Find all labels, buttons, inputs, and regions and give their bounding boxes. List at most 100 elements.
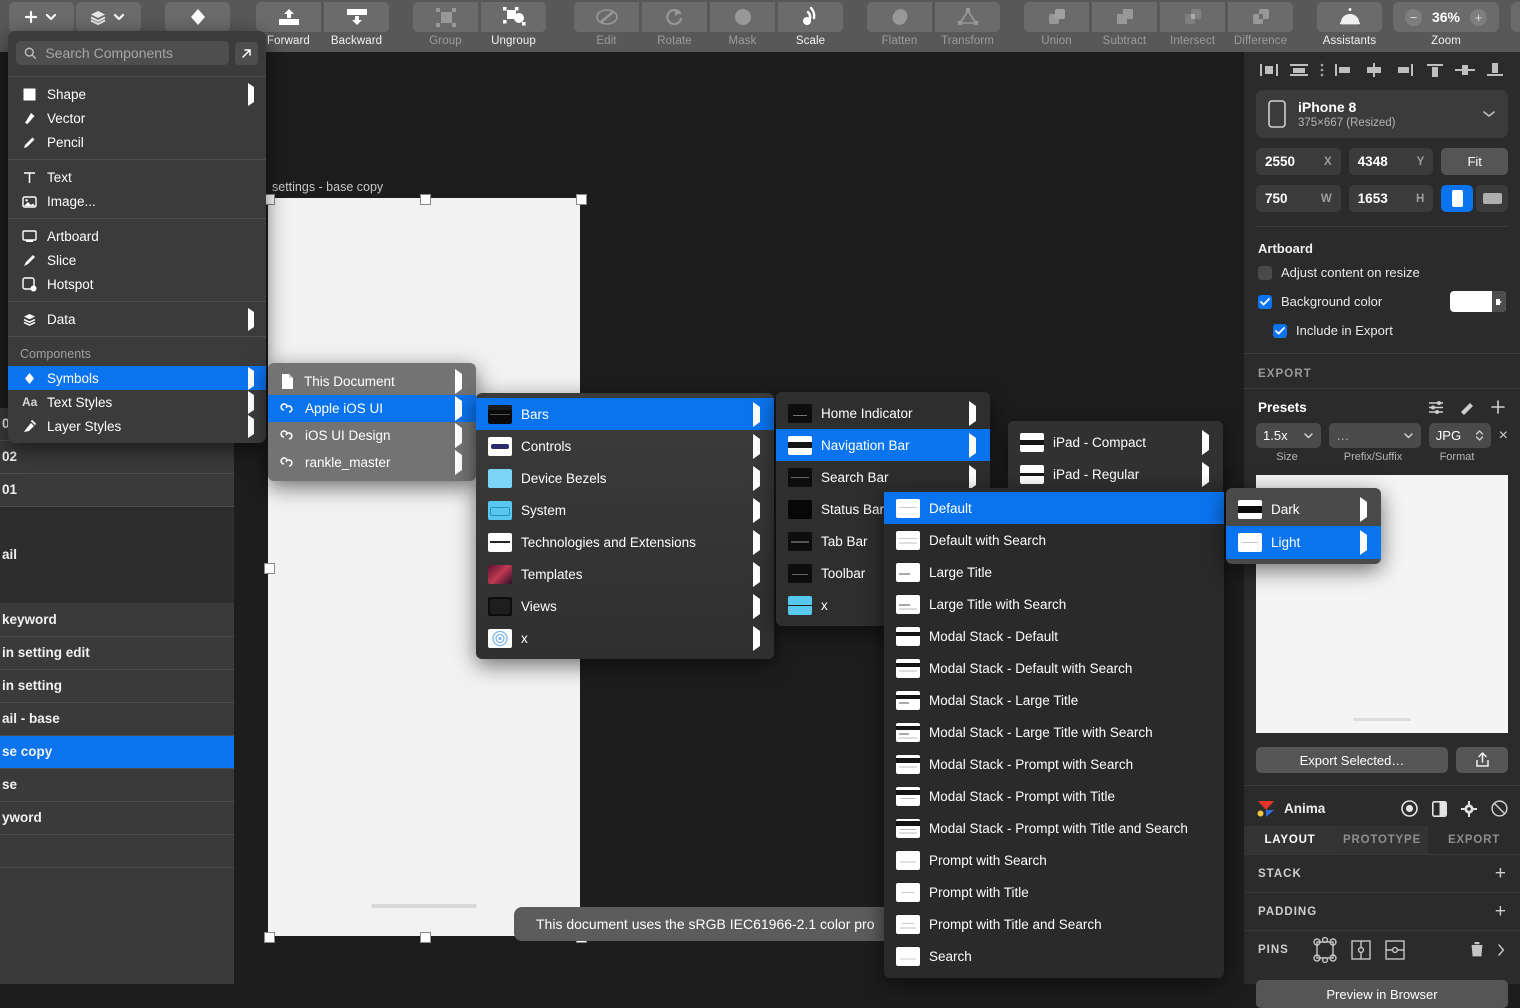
- export-format-select[interactable]: JPG: [1429, 423, 1491, 448]
- symbol-button-surface[interactable]: [165, 2, 230, 32]
- menu-item-dark[interactable]: Dark: [1226, 493, 1381, 526]
- menu-item-prompt-with-title[interactable]: Prompt with Title: [884, 876, 1224, 908]
- pins-all-icon[interactable]: [1311, 937, 1339, 963]
- menu-item-large-title[interactable]: Large Title: [884, 556, 1224, 588]
- menu-item-modal-stack-large-title-with-search[interactable]: Modal Stack - Large Title with Search: [884, 716, 1224, 748]
- menu-item-symbols[interactable]: Symbols: [8, 366, 266, 390]
- list-item[interactable]: se: [0, 769, 234, 802]
- rotate-button-surface[interactable]: [642, 2, 707, 32]
- menu-item-hotspot[interactable]: Hotspot: [8, 272, 266, 296]
- menu-item-templates[interactable]: Templates: [476, 558, 774, 590]
- list-item[interactable]: [0, 835, 234, 868]
- intersect-button[interactable]: Intersect: [1159, 0, 1226, 50]
- menu-item-controls[interactable]: Controls: [476, 430, 774, 462]
- menu-item-views[interactable]: Views: [476, 590, 774, 622]
- menu-item-layer-styles[interactable]: Layer Styles: [8, 414, 266, 438]
- selection-handle-tr[interactable]: [576, 194, 587, 205]
- difference-button[interactable]: Difference: [1227, 0, 1294, 50]
- fit-button[interactable]: Fit: [1441, 148, 1508, 175]
- menu-item-rankle-master[interactable]: rankle_master: [268, 449, 476, 476]
- anima-record-icon[interactable]: [1401, 800, 1418, 817]
- adjust-content-checkbox[interactable]: [1258, 266, 1272, 280]
- add-preset-icon[interactable]: [1490, 399, 1506, 415]
- menu-item-modal-stack-prompt-with-title-and-search[interactable]: Modal Stack - Prompt with Title and Sear…: [884, 812, 1224, 844]
- include-in-export-checkbox[interactable]: [1273, 324, 1287, 338]
- edit-button-surface[interactable]: [574, 2, 639, 32]
- chevron-down-icon[interactable]: [1482, 109, 1496, 119]
- anima-disable-icon[interactable]: [1491, 800, 1508, 817]
- rotate-button[interactable]: Rotate: [641, 0, 708, 50]
- selection-handle-tc[interactable]: [420, 194, 431, 205]
- menu-item-artboard[interactable]: Artboard: [8, 224, 266, 248]
- menu-item-system[interactable]: System: [476, 494, 774, 526]
- menu-item-modal-stack-large-title[interactable]: Modal Stack - Large Title: [884, 684, 1224, 716]
- zoom-out-button[interactable]: −: [1405, 9, 1422, 26]
- anima-settings-gear-icon[interactable]: [1461, 801, 1477, 817]
- list-item[interactable]: 01: [0, 474, 234, 507]
- pins-vertical-icon[interactable]: [1349, 938, 1373, 962]
- menu-item-prompt-with-search[interactable]: Prompt with Search: [884, 844, 1224, 876]
- export-prefix-select[interactable]: …: [1329, 423, 1421, 448]
- export-brush-icon[interactable]: [1459, 400, 1476, 415]
- assistants-button-surface[interactable]: [1317, 2, 1382, 32]
- view-control[interactable]: View: [1511, 0, 1520, 50]
- preview-in-browser-button[interactable]: Preview in Browser: [1256, 980, 1508, 1008]
- flatten-button-surface[interactable]: [867, 2, 932, 32]
- align-right-icon[interactable]: [1393, 62, 1415, 78]
- menu-item-light[interactable]: Light: [1226, 526, 1381, 559]
- menu-item-shape[interactable]: Shape: [8, 82, 266, 106]
- transform-button[interactable]: Transform: [934, 0, 1001, 50]
- group-button-surface[interactable]: [413, 2, 478, 32]
- menu-item-pencil[interactable]: Pencil: [8, 130, 266, 154]
- align-left-icon[interactable]: [1333, 62, 1355, 78]
- more-options-icon[interactable]: [1319, 62, 1325, 78]
- export-size-select[interactable]: 1.5x: [1256, 423, 1321, 448]
- scale-button[interactable]: Scale: [777, 0, 844, 50]
- search-input[interactable]: [43, 44, 221, 62]
- list-item[interactable]: ail - base: [0, 703, 234, 736]
- subtract-button[interactable]: Subtract: [1091, 0, 1158, 50]
- pins-more-icon[interactable]: [1497, 943, 1506, 957]
- list-item[interactable]: keyword: [0, 604, 234, 637]
- tab-export[interactable]: EXPORT: [1428, 826, 1520, 854]
- menu-item-apple-ios-ui[interactable]: Apple iOS UI: [268, 395, 476, 422]
- assistants-button[interactable]: Assistants: [1316, 0, 1383, 50]
- union-button-surface[interactable]: [1024, 2, 1089, 32]
- menu-item-modal-stack-default-with-search[interactable]: Modal Stack - Default with Search: [884, 652, 1224, 684]
- menu-item-modal-stack-default[interactable]: Modal Stack - Default: [884, 620, 1224, 652]
- flatten-button[interactable]: Flatten: [866, 0, 933, 50]
- list-item[interactable]: in setting: [0, 670, 234, 703]
- ungroup-button-surface[interactable]: [481, 2, 546, 32]
- menu-item-modal-stack-prompt-with-search[interactable]: Modal Stack - Prompt with Search: [884, 748, 1224, 780]
- share-export-button[interactable]: [1456, 747, 1508, 773]
- backward-button-surface[interactable]: [324, 2, 389, 32]
- zoom-control[interactable]: − 36% + Zoom: [1393, 0, 1499, 50]
- artboard-name-label[interactable]: settings - base copy: [272, 180, 383, 194]
- menu-item-home-indicator[interactable]: Home Indicator: [776, 397, 990, 429]
- menu-item-ipad-compact[interactable]: iPad - Compact: [1008, 426, 1223, 458]
- menu-item-prompt-with-title-and-search[interactable]: Prompt with Title and Search: [884, 908, 1224, 940]
- menu-item-modal-stack-prompt-with-title[interactable]: Modal Stack - Prompt with Title: [884, 780, 1224, 812]
- zoom-in-button[interactable]: +: [1470, 9, 1487, 26]
- menu-item-bars[interactable]: Bars: [476, 398, 774, 430]
- add-stack-icon[interactable]: +: [1495, 864, 1506, 883]
- insert-button-surface[interactable]: [9, 2, 74, 32]
- menu-item-search[interactable]: Search: [884, 940, 1224, 972]
- anima-panel-icon[interactable]: [1432, 801, 1447, 817]
- difference-button-surface[interactable]: [1228, 2, 1293, 32]
- pins-horizontal-icon[interactable]: [1383, 938, 1407, 962]
- y-field[interactable]: 4348 Y: [1349, 148, 1434, 175]
- menu-item-ipad-regular[interactable]: iPad - Regular: [1008, 458, 1223, 490]
- include-in-export-row[interactable]: Include in Export: [1244, 315, 1520, 341]
- align-bottom-icon[interactable]: [1484, 62, 1506, 78]
- selection-handle-ml[interactable]: [264, 563, 275, 574]
- width-field[interactable]: 750 W: [1256, 185, 1341, 212]
- view-box[interactable]: [1511, 2, 1520, 32]
- delete-pins-icon[interactable]: [1470, 941, 1484, 958]
- menu-item-this-document[interactable]: This Document: [268, 368, 476, 395]
- x-field[interactable]: 2550 X: [1256, 148, 1341, 175]
- list-item[interactable]: 02: [0, 441, 234, 474]
- menu-item-technologies[interactable]: Technologies and Extensions: [476, 526, 774, 558]
- tab-layout[interactable]: LAYOUT: [1244, 826, 1336, 854]
- background-color-checkbox[interactable]: [1258, 295, 1272, 309]
